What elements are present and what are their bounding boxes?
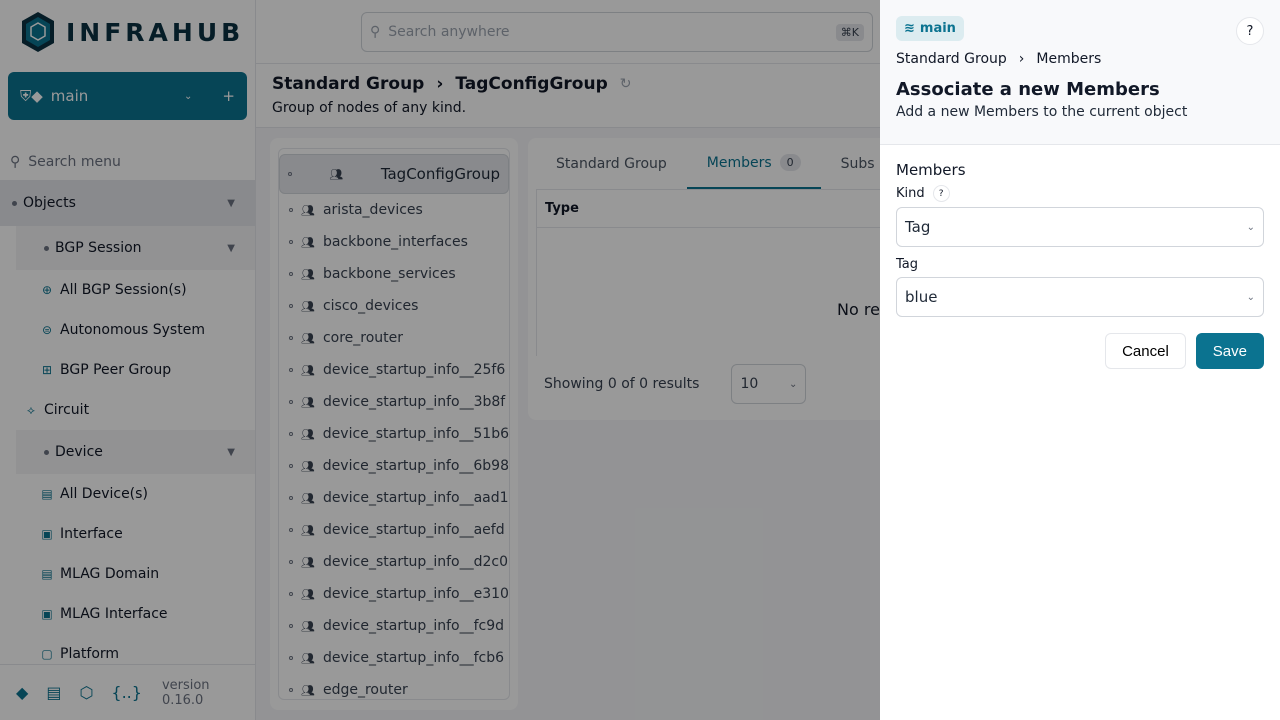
breadcrumb-item: Standard Group bbox=[896, 51, 1007, 67]
associate-members-drawer: ≋ main ? Standard Group › Members Associate… bbox=[880, 0, 1280, 720]
drawer-subtitle: Add a new Members to the current object bbox=[896, 104, 1188, 120]
kind-value: Tag bbox=[905, 218, 931, 236]
save-button[interactable]: Save bbox=[1195, 333, 1264, 369]
help-icon[interactable]: ? bbox=[932, 185, 950, 202]
tag-value: blue bbox=[905, 288, 938, 306]
drawer-title: Associate a new Members bbox=[896, 79, 1160, 100]
kind-select[interactable]: Tag ⌄ bbox=[896, 207, 1264, 247]
branch-badge: ≋ main bbox=[896, 16, 964, 41]
layers-icon: ≋ bbox=[904, 21, 915, 36]
help-button[interactable]: ? bbox=[1236, 17, 1264, 45]
chevron-down-icon: ⌄ bbox=[1246, 291, 1255, 303]
section-label: Members bbox=[896, 161, 966, 179]
cancel-button[interactable]: Cancel bbox=[1105, 333, 1186, 369]
drawer-header: ≋ main ? Standard Group › Members Associate… bbox=[880, 0, 1280, 145]
kind-label: Kind bbox=[896, 186, 925, 201]
breadcrumb-item: Members bbox=[1036, 51, 1102, 67]
tag-label: Tag bbox=[896, 257, 919, 272]
chevron-right-icon: › bbox=[1018, 51, 1025, 67]
members-form: Members Kind? Tag ⌄ Tag blue ⌄ Cancel Save bbox=[880, 145, 1280, 385]
tag-select[interactable]: blue ⌄ bbox=[896, 277, 1264, 317]
drawer-breadcrumb: Standard Group › Members bbox=[896, 51, 1264, 67]
branch-badge-label: main bbox=[919, 21, 956, 36]
modal-overlay[interactable] bbox=[0, 0, 880, 720]
chevron-down-icon: ⌄ bbox=[1246, 221, 1255, 233]
